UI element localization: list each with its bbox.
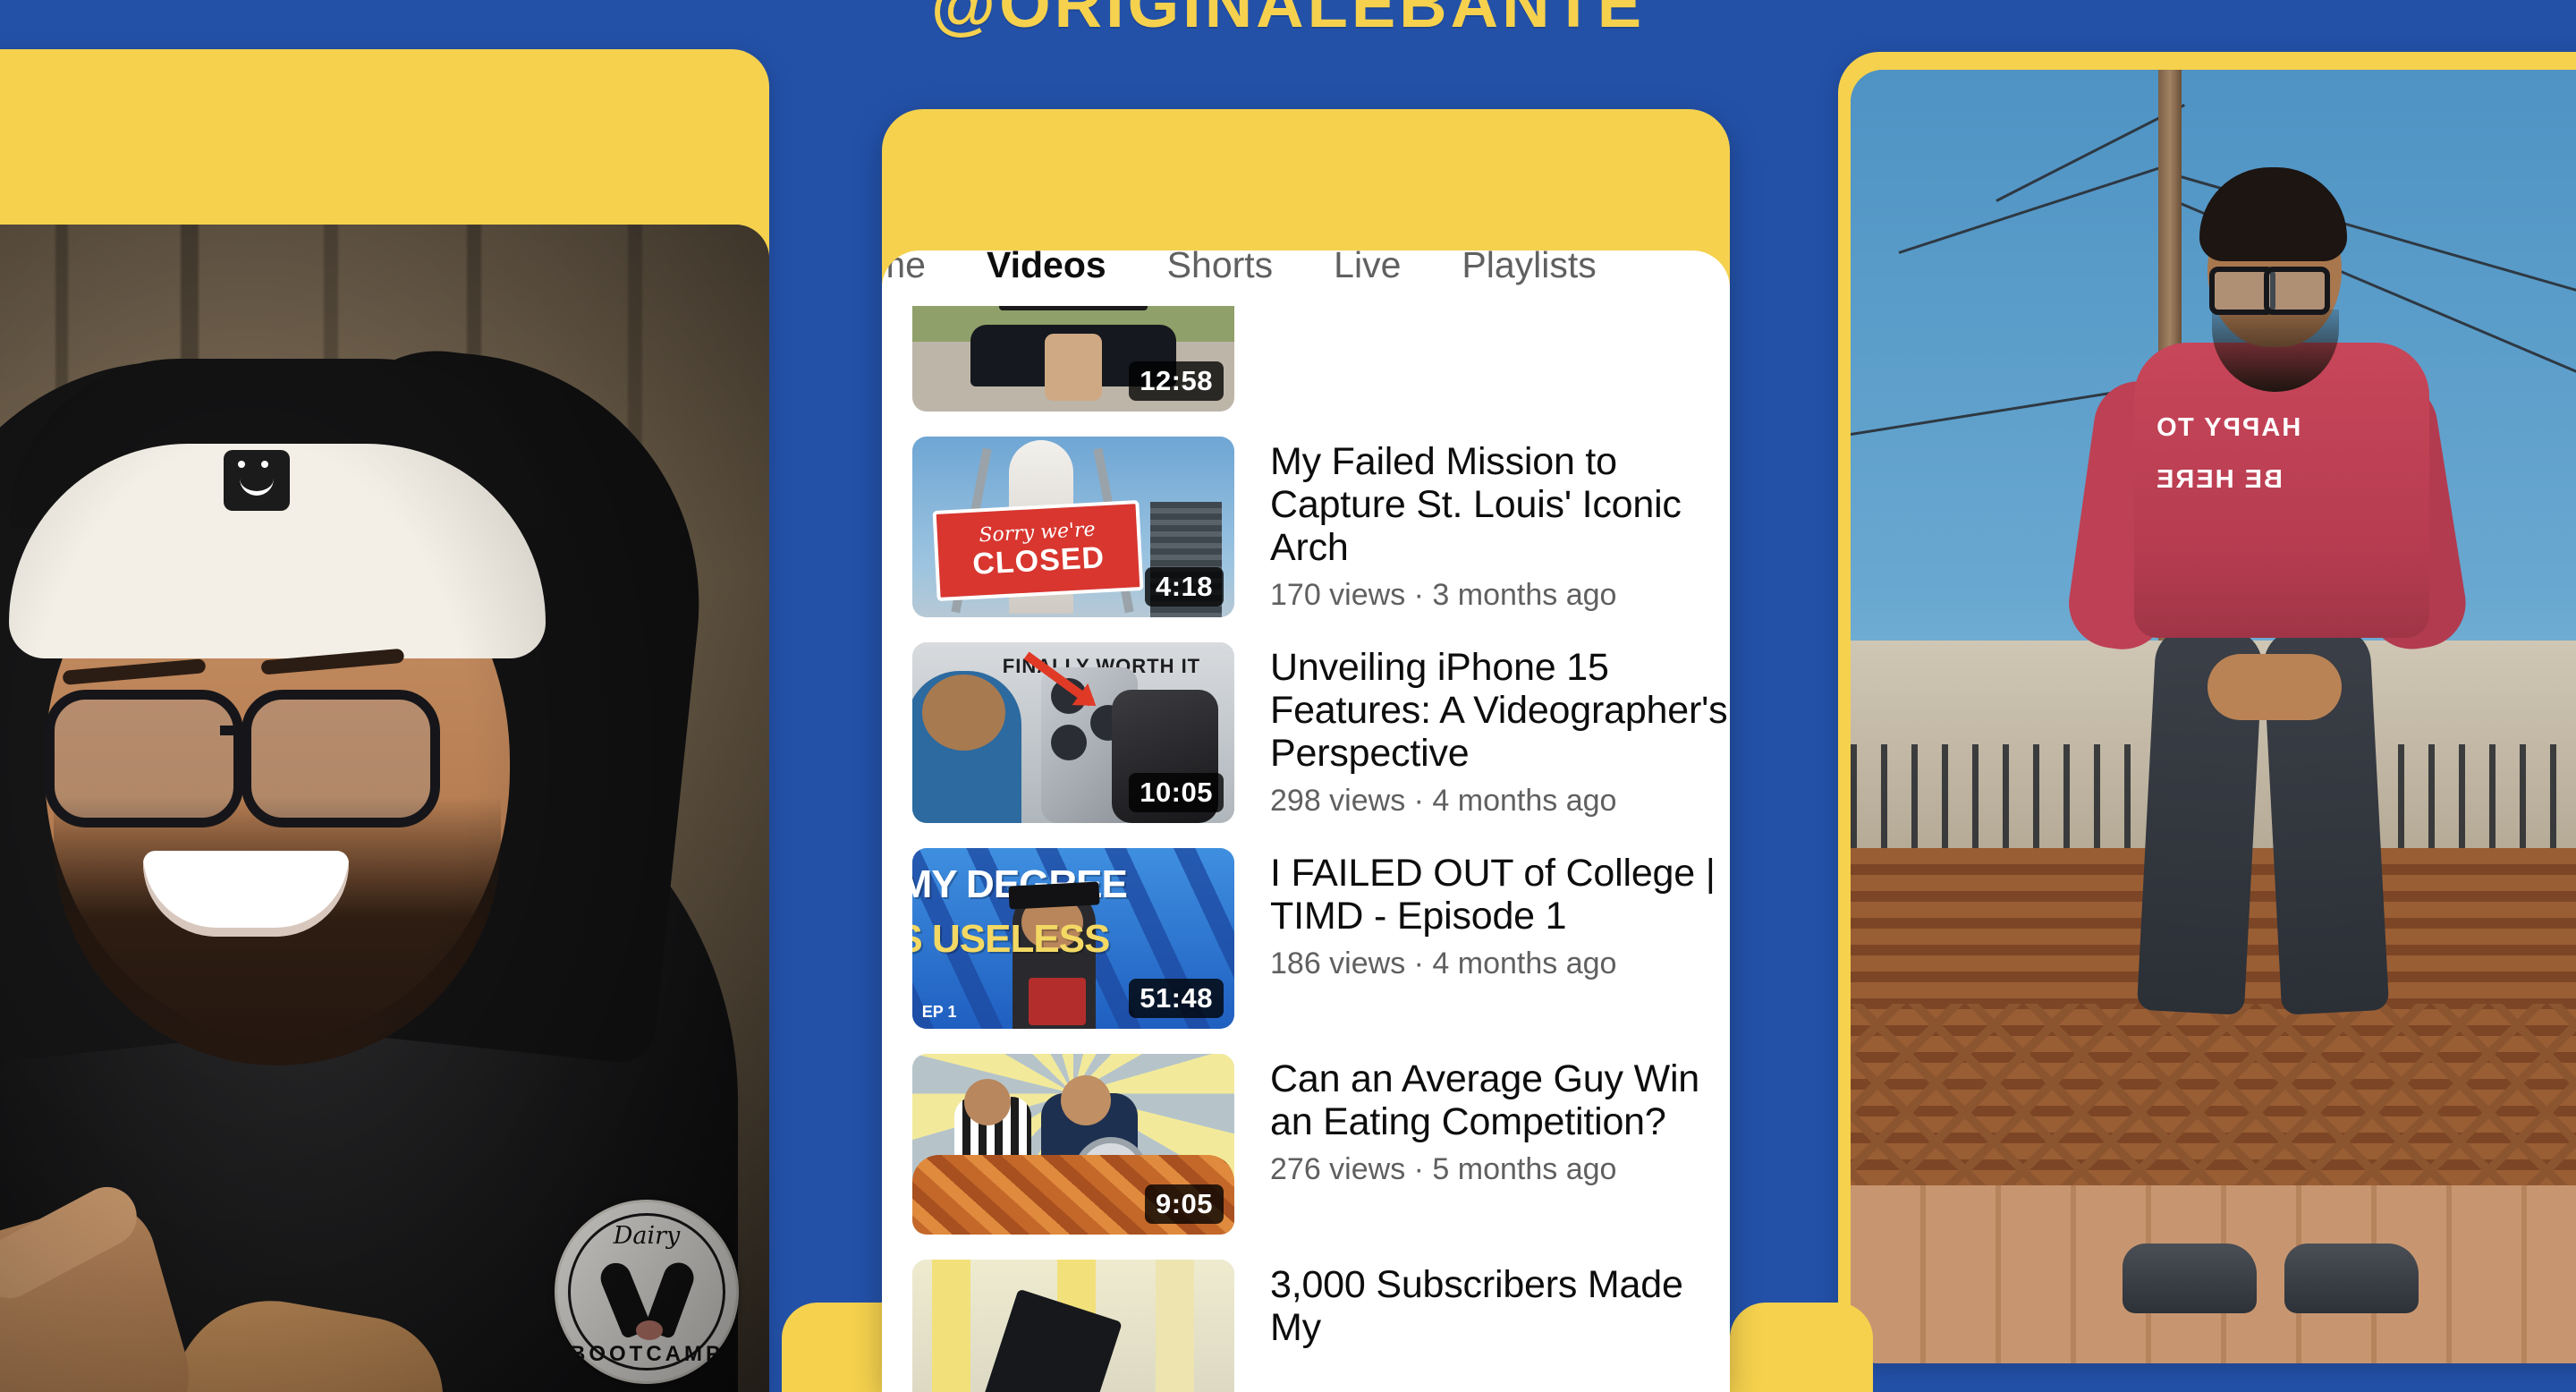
video-title[interactable]: Can an Average Guy Win an Eating Competi… [1270,1057,1730,1143]
subject-shoe-right [2284,1243,2419,1314]
video-list-item[interactable]: 12:58 [882,306,1730,412]
thumbnail-legs [1044,333,1103,402]
competitor-face [1060,1075,1111,1126]
diploma-icon [1028,978,1087,1025]
thumbnail-headline-2: IS USELESS [912,916,1110,961]
tab-videos[interactable]: Videos [956,250,1137,286]
tab-playlists[interactable]: Playlists [1431,250,1626,286]
right-photo: HAPPY TO BE HERE [1851,70,2576,1363]
photo-vignette [0,225,769,1392]
closed-sign: Sorry we're CLOSED [932,499,1144,601]
video-stats: 170 views · 3 months ago [1270,578,1617,613]
video-duration-badge: 4:18 [1144,567,1224,607]
subject-shoe-left [2122,1243,2257,1314]
video-stats: 276 views · 5 months ago [1270,1152,1617,1187]
video-title[interactable]: Unveiling iPhone 15 Features: A Videogra… [1270,646,1730,775]
episode-badge: EP 1 [921,1003,957,1021]
video-thumbnail[interactable]: FINALLY WORTH IT 10:05 [912,642,1234,823]
video-duration-badge: 9:05 [1144,1184,1224,1224]
video-stats: 298 views · 4 months ago [1270,784,1617,819]
video-meta: I FAILED OUT of College | TIMD - Episode… [1270,848,1730,981]
background-card-right-edge [1730,1303,1873,1392]
video-duration-badge: 51:48 [1129,979,1224,1018]
thumbnail-stripes [931,1260,970,1392]
tab-home[interactable]: me [882,250,956,286]
video-duration-badge: 12:58 [1129,361,1224,401]
subject-glasses-right [2264,267,2331,316]
tab-shorts[interactable]: Shorts [1137,250,1304,286]
video-list-item[interactable]: FINALLY WORTH IT 10:05 Unveiling iPhone … [882,642,1730,823]
video-thumbnail[interactable]: 9:05 [912,1054,1234,1235]
video-thumbnail[interactable] [912,1260,1234,1392]
video-list-item[interactable]: Sorry we're CLOSED 4:18 My Failed Missio… [882,437,1730,617]
tab-live[interactable]: Live [1303,250,1431,286]
closed-sign-line2: CLOSED [971,540,1106,582]
video-duration-badge: 10:05 [1129,773,1224,812]
video-title[interactable]: I FAILED OUT of College | TIMD - Episode… [1270,852,1730,938]
video-title[interactable]: 3,000 Subscribers Made My [1270,1263,1730,1349]
video-thumbnail[interactable]: Sorry we're CLOSED 4:18 [912,437,1234,617]
channel-handle-banner: @ORIGINALEBANTE [930,0,1646,41]
channel-tab-bar[interactable]: me Videos Shorts Live Playlists [882,250,1730,306]
thumbnail-person-face [921,675,1006,751]
right-photo-card: HAPPY TO BE HERE [1838,52,2576,1363]
video-list-item[interactable]: 3,000 Subscribers Made My [882,1260,1730,1392]
video-meta: Can an Average Guy Win an Eating Competi… [1270,1054,1730,1187]
video-meta: Unveiling iPhone 15 Features: A Videogra… [1270,642,1730,819]
referee-face [963,1079,1011,1126]
subject-hands [2207,653,2342,720]
phone-mockup: me Videos Shorts Live Playlists 12:58 So… [882,109,1730,1392]
video-list-item[interactable]: 9:05 Can an Average Guy Win an Eating Co… [882,1054,1730,1235]
left-photo-card: Dairy BOOTCAMP [0,49,769,1392]
video-thumbnail[interactable]: 12:58 [912,306,1234,412]
composition-stage: @ORIGINALEBANTE Dairy [0,0,2576,1392]
sweatshirt-text-line2: BE HERE [2154,465,2283,495]
thumbnail-bar [999,306,1148,310]
youtube-channel-screen: me Videos Shorts Live Playlists 12:58 So… [882,250,1730,1392]
video-thumbnail[interactable]: MY DEGREE IS USELESS EP 1 51:48 [912,848,1234,1029]
video-stats: 186 views · 4 months ago [1270,946,1617,981]
video-list-item[interactable]: MY DEGREE IS USELESS EP 1 51:48 I FAILED… [882,848,1730,1029]
video-list[interactable]: 12:58 Sorry we're CLOSED 4:18 My Failed … [882,306,1730,1392]
video-meta: 3,000 Subscribers Made My [1270,1260,1730,1358]
thumbnail-plaque [979,1289,1123,1392]
video-title[interactable]: My Failed Mission to Capture St. Louis' … [1270,440,1730,569]
left-photo: Dairy BOOTCAMP [0,225,769,1392]
video-meta: My Failed Mission to Capture St. Louis' … [1270,437,1730,613]
thumbnail-art-subscribers [912,1260,1234,1392]
sweatshirt-text-line1: HAPPY TO [2154,413,2301,443]
